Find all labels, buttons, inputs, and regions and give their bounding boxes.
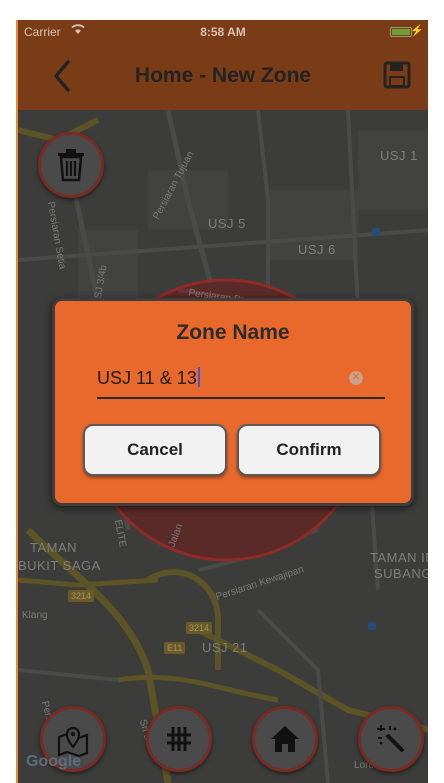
navigation-bar: Home - New Zone [18, 44, 428, 110]
map-label-subang: SUBANG U [374, 566, 428, 581]
route-badge: E11 [164, 642, 186, 654]
map-label-usj21: USJ 21 [202, 640, 248, 655]
map-label-taman-inc: TAMAN INC [370, 550, 428, 565]
dialog-title: Zone Name [176, 321, 290, 344]
page-title: Home - New Zone [134, 64, 312, 87]
zone-name-value[interactable]: USJ 11 & 13 [97, 367, 200, 389]
grid-button[interactable] [146, 706, 212, 772]
map-pin-icon [57, 726, 89, 757]
clear-input-icon[interactable]: ✕ [349, 371, 363, 385]
save-button[interactable] [382, 60, 412, 90]
trash-icon [58, 149, 84, 182]
zone-name-input[interactable]: USJ 11 & 13 ✕ [97, 359, 385, 399]
home-button[interactable] [252, 706, 318, 772]
map-label-usj5: USJ 5 [208, 216, 246, 231]
route-badge: 3214 [68, 590, 95, 602]
route-badge: 3214 [186, 622, 213, 634]
magic-wand-button[interactable] [358, 706, 424, 772]
phone-frame: Carrier 8:58 AM ⚡ Home - New Zone USJ 1 … [0, 0, 444, 783]
magic-wand-icon [377, 725, 405, 753]
grid-icon [167, 727, 191, 751]
home-icon [271, 726, 299, 752]
delete-zone-button[interactable] [38, 132, 104, 198]
google-logo: Google [26, 753, 82, 770]
road-label: Klang [22, 610, 48, 621]
floppy-disk-icon [383, 61, 411, 89]
text-caret [197, 367, 200, 387]
map-label-bukit-saga: BUKIT SAGA [18, 558, 101, 573]
cancel-button[interactable]: Cancel [83, 424, 227, 476]
map-label-usj1: USJ 1 [380, 148, 418, 163]
map-poi-marker [372, 228, 380, 236]
map-label-usj6: USJ 6 [298, 242, 336, 257]
battery-icon [390, 27, 412, 37]
map-label-taman: TAMAN [30, 540, 78, 555]
charging-icon: ⚡ [410, 25, 424, 37]
status-time: 8:58 AM [200, 25, 246, 39]
confirm-button[interactable]: Confirm [237, 424, 381, 476]
map-poi-marker [368, 622, 376, 630]
zone-name-dialog: Zone Name USJ 11 & 13 ✕ Cancel Confirm [52, 298, 414, 506]
status-bar: Carrier 8:58 AM ⚡ [18, 20, 428, 44]
app-screen: Carrier 8:58 AM ⚡ Home - New Zone USJ 1 … [16, 20, 428, 783]
